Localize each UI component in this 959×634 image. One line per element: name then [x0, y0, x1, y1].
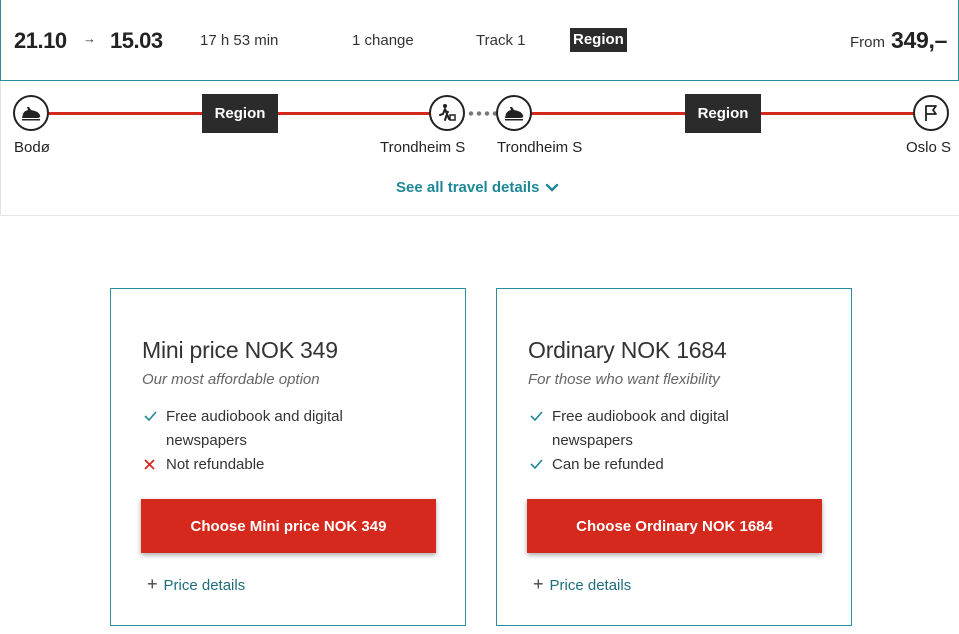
fare-feature: Not refundable — [144, 453, 406, 477]
check-icon — [530, 405, 552, 453]
travel-duration: 17 h 53 min — [200, 32, 279, 49]
station-transfer-arrive: Trondheim S — [380, 139, 466, 156]
route-overview: Region Region Bodø Trondheim S Trondheim… — [0, 81, 959, 216]
destination-flag-icon — [913, 95, 949, 131]
fare-card-ordinary: Ordinary NOK 1684 For those who want fle… — [496, 288, 852, 626]
see-all-label: See all travel details — [396, 179, 540, 196]
fare-feature-text: Free audiobook and digital newspapers — [552, 408, 729, 449]
fare-subtitle: For those who want flexibility — [528, 371, 720, 388]
fare-feature: Free audiobook and digital newspapers — [144, 405, 406, 453]
cross-icon — [144, 453, 166, 477]
walking-transfer-icon — [429, 95, 465, 131]
track-number: Track 1 — [476, 32, 526, 49]
changes-count: 1 change — [352, 32, 414, 49]
arrow-right-icon: → — [83, 31, 96, 46]
segment-badge-1: Region — [202, 94, 278, 133]
fare-feature-text: Free audiobook and digital newspapers — [166, 408, 343, 449]
fare-feature: Can be refunded — [530, 453, 792, 477]
plus-icon: + — [533, 573, 544, 594]
price-details-label: Price details — [163, 577, 246, 594]
see-all-travel-details-link[interactable]: See all travel details — [396, 179, 559, 196]
chevron-down-icon — [546, 183, 559, 192]
price-details-label: Price details — [549, 577, 632, 594]
train-type-badge: Region — [570, 28, 627, 52]
walking-transfer-dots — [467, 111, 497, 116]
station-destination: Oslo S — [906, 139, 952, 156]
fare-title: Ordinary NOK 1684 — [528, 337, 727, 363]
plus-icon: + — [147, 573, 158, 594]
journey-summary-header[interactable]: 21.10 → 15.03 17 h 53 min 1 change Track… — [0, 0, 959, 81]
station-transfer-depart: Trondheim S — [497, 139, 583, 156]
arrival-time: 15.03 — [110, 28, 163, 53]
price-details-toggle[interactable]: + Price details — [147, 573, 246, 595]
check-icon — [144, 405, 166, 453]
choose-mini-price-button[interactable]: Choose Mini price NOK 349 — [141, 499, 436, 553]
station-origin: Bodø — [14, 139, 50, 156]
fare-feature: Free audiobook and digital newspapers — [530, 405, 792, 453]
train-icon — [496, 95, 532, 131]
price-from-label: From — [850, 34, 885, 51]
price-from-value: 349,– — [891, 27, 948, 53]
price-details-toggle[interactable]: + Price details — [533, 573, 632, 595]
fare-feature-text: Not refundable — [166, 456, 265, 473]
fare-subtitle: Our most affordable option — [142, 371, 320, 388]
train-icon — [13, 95, 49, 131]
segment-badge-2: Region — [685, 94, 761, 133]
choose-ordinary-button[interactable]: Choose Ordinary NOK 1684 — [527, 499, 822, 553]
fare-title: Mini price NOK 349 — [142, 337, 338, 363]
check-icon — [530, 453, 552, 477]
departure-time: 21.10 — [14, 28, 67, 53]
fare-card-mini: Mini price NOK 349 Our most affordable o… — [110, 288, 466, 626]
fare-feature-text: Can be refunded — [552, 456, 664, 473]
